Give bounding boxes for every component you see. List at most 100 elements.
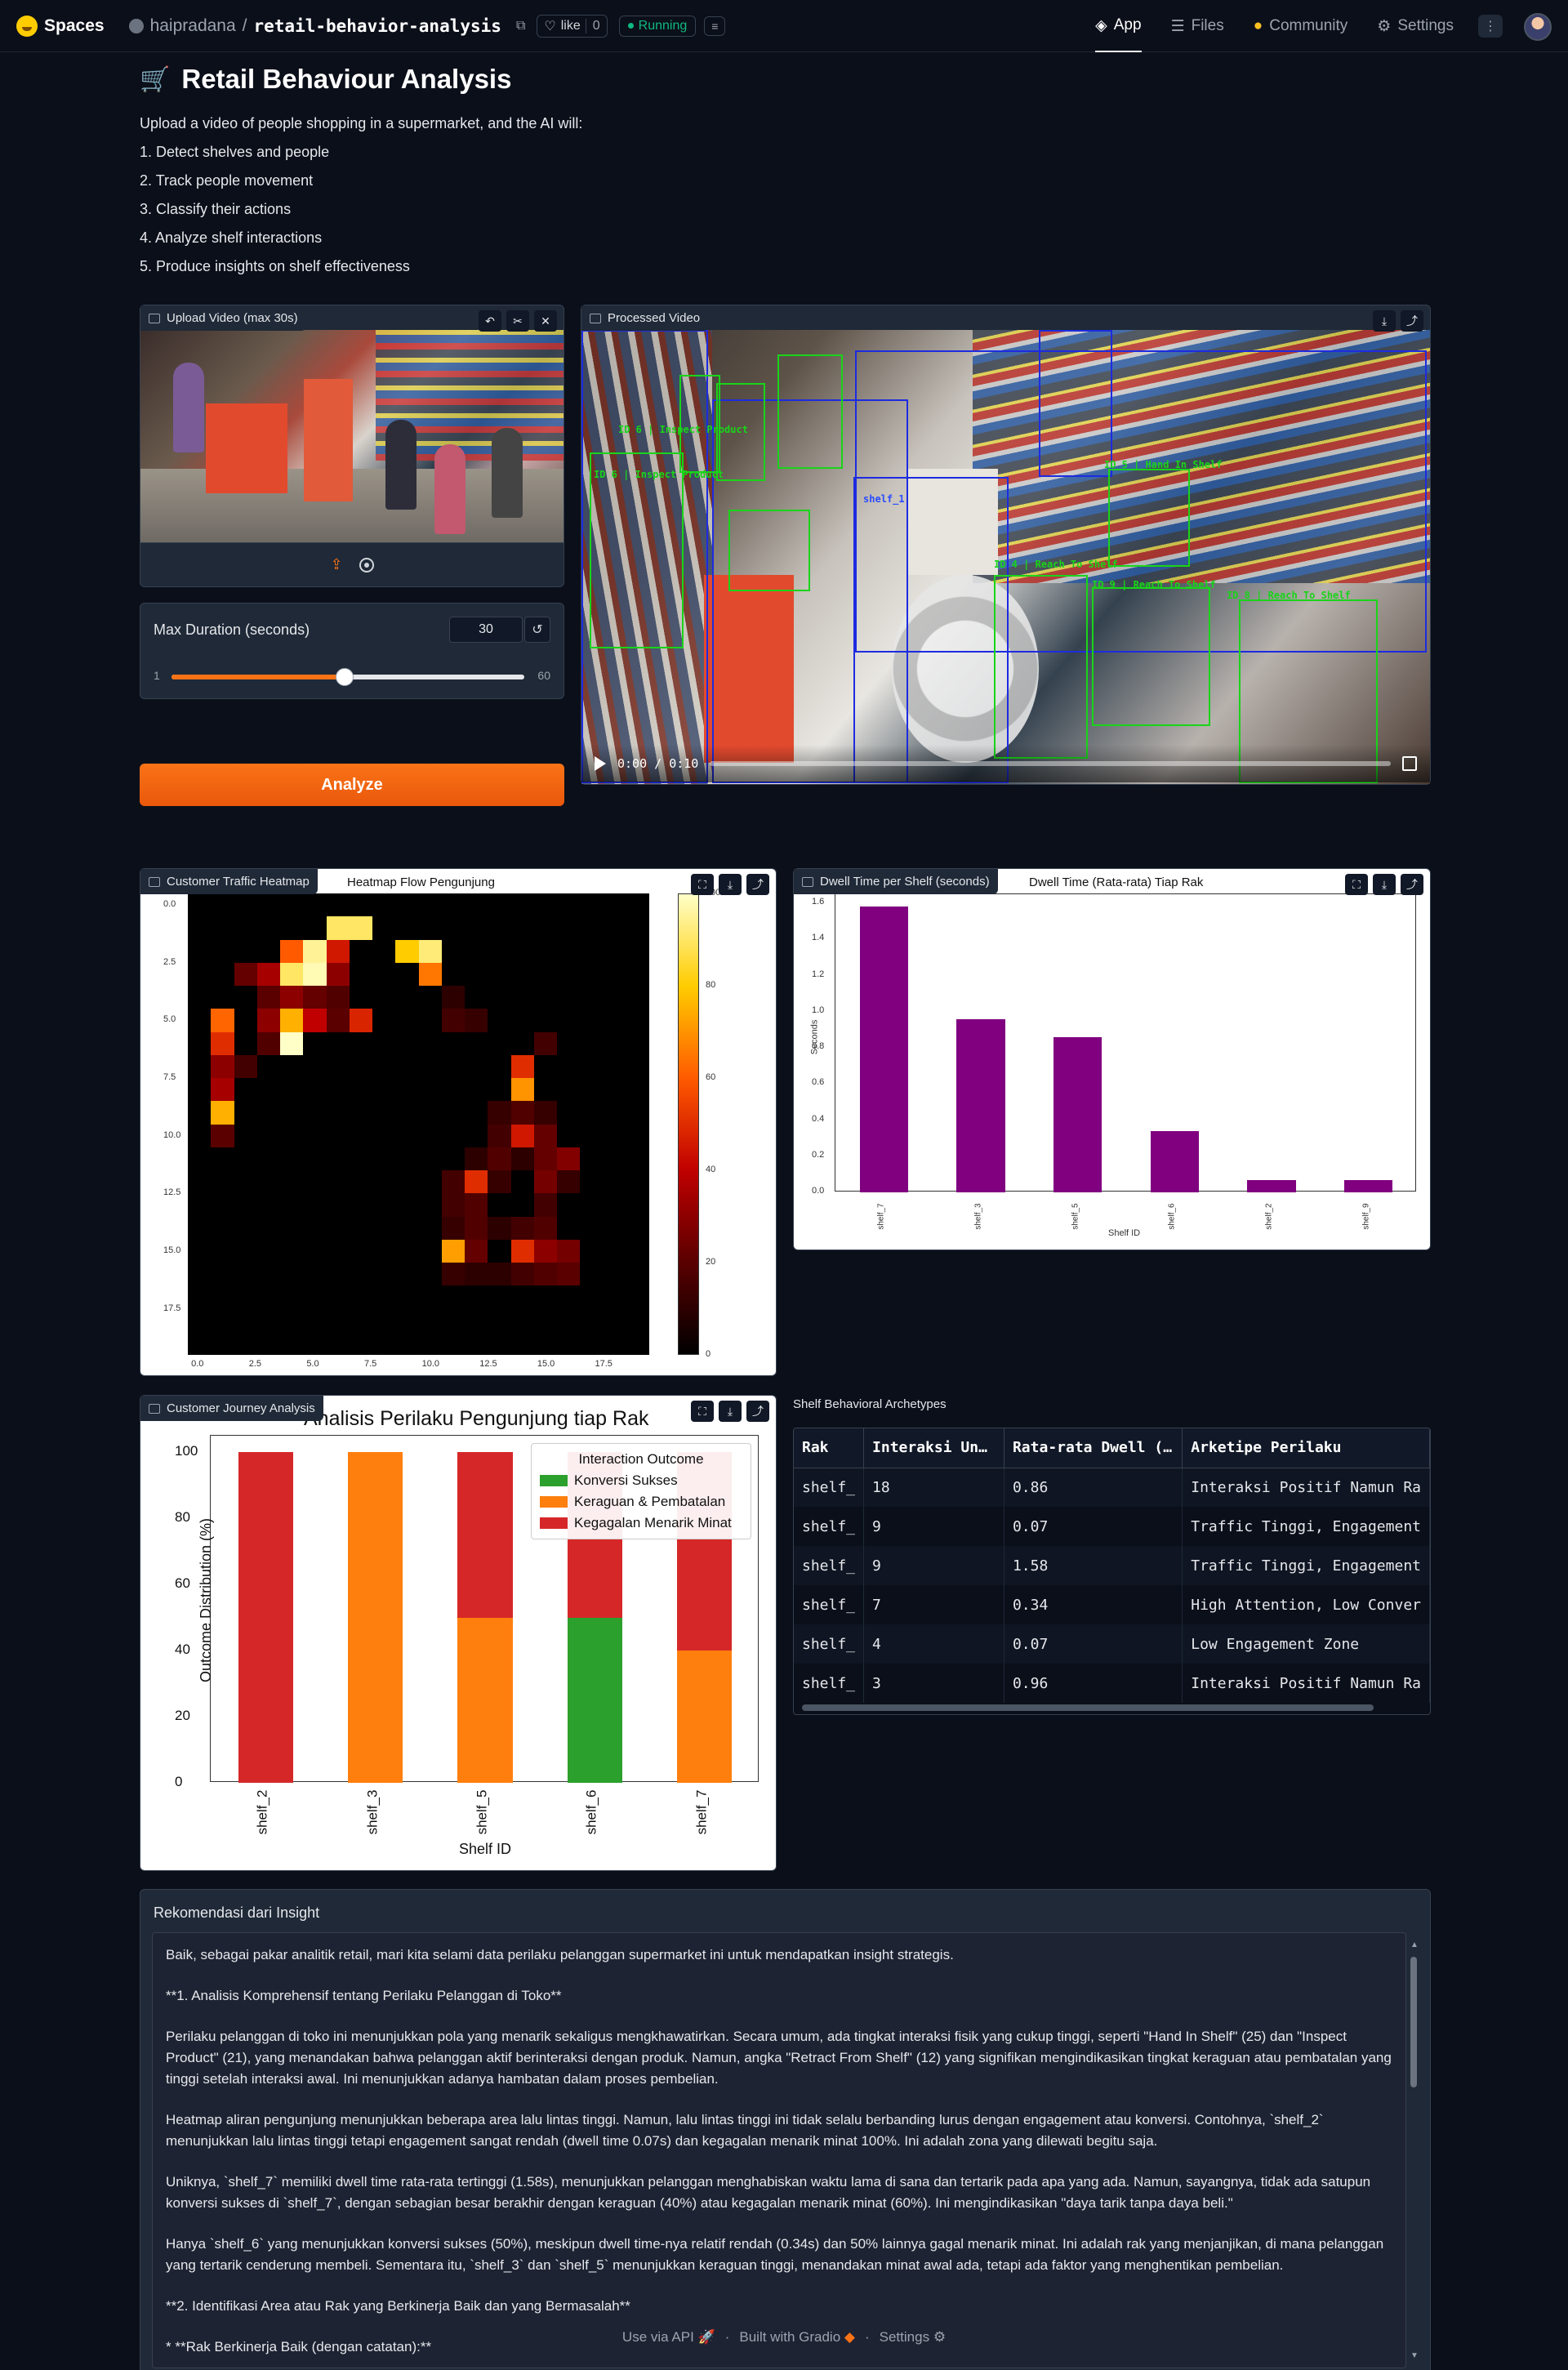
download-icon[interactable]: ⤓ (1373, 310, 1396, 332)
table-cell: shelf_ (794, 1585, 865, 1624)
download-icon[interactable]: ⤓ (719, 1401, 742, 1422)
heatmap-cell (557, 1170, 581, 1194)
table-cell: Traffic Tinggi, Engagement (1182, 1546, 1430, 1585)
table-row[interactable]: shelf_ 7 0.34 High Attention, Low Conver (794, 1585, 1430, 1624)
heatmap-cell (303, 986, 327, 1009)
heatmap-cell (533, 1170, 557, 1194)
fullscreen-icon[interactable] (1402, 756, 1417, 771)
undo-icon[interactable]: ↶ (479, 310, 501, 332)
table-horizontal-scrollbar[interactable] (802, 1704, 1374, 1711)
y-tick-label: 0.6 (812, 1077, 825, 1088)
table-row[interactable]: shelf_ 4 0.07 Low Engagement Zone (794, 1624, 1430, 1664)
built-with-gradio-link[interactable]: Built with Gradio ◆ (739, 2329, 855, 2345)
upload-icon[interactable]: ⇪ (330, 556, 342, 573)
dwell-title: Dwell Time (Rata-rata) Tiap Rak (1029, 875, 1204, 889)
insight-label: Rekomendasi dari Insight (154, 1904, 320, 1921)
journey-title: Analisis Perilaku Pengunjung tiap Rak (304, 1407, 649, 1430)
column-header[interactable]: Rak (794, 1428, 865, 1468)
nav-app[interactable]: ◈ App (1095, 0, 1142, 52)
slider-track[interactable] (172, 668, 524, 686)
close-icon[interactable]: ✕ (534, 310, 557, 332)
download-icon[interactable]: ⤓ (719, 874, 742, 895)
table-row[interactable]: shelf_ 3 0.96 Interaksi Positif Namun Ra (794, 1664, 1430, 1703)
heatmap-cell (256, 986, 280, 1009)
table-row[interactable]: shelf_ 18 0.86 Interaksi Positif Namun Ra (794, 1468, 1430, 1507)
copy-icon[interactable]: ⧉ (516, 19, 525, 33)
heatmap-cell (488, 1101, 511, 1125)
like-button[interactable]: ♡ like 0 (537, 14, 608, 38)
legend-item: Keraguan & Pembatalan (540, 1491, 742, 1512)
insight-textbox[interactable]: Baik, sebagai pakar analitik retail, mar… (152, 1932, 1406, 2368)
nav-settings[interactable]: ⚙ Settings (1377, 0, 1454, 52)
nav-community[interactable]: ● Community (1254, 0, 1348, 52)
use-via-api-link[interactable]: Use via API 🚀 (622, 2329, 715, 2345)
heatmap-cell (441, 1193, 465, 1217)
more-options-icon[interactable]: ⋮ (1478, 15, 1503, 38)
download-icon[interactable]: ⤓ (1373, 874, 1396, 895)
y-tick-label: 7.5 (163, 1072, 176, 1082)
fullscreen-icon[interactable]: ⛶ (691, 874, 714, 895)
y-tick-label: 17.5 (163, 1303, 181, 1313)
heatmap-cell (349, 1009, 372, 1032)
scroll-down-icon[interactable]: ▼ (1410, 2351, 1419, 2360)
table-row[interactable]: shelf_ 9 0.07 Traffic Tinggi, Engagement (794, 1507, 1430, 1546)
user-avatar[interactable] (1524, 13, 1552, 41)
logs-icon[interactable]: ≡ (704, 16, 726, 36)
heatmap-cell (510, 1054, 534, 1078)
fullscreen-icon[interactable]: ⛶ (1345, 874, 1368, 895)
heatmap-cell (488, 1263, 511, 1286)
insight-scrollbar[interactable]: ▲ ▼ (1409, 1940, 1419, 2360)
status-dot-icon (627, 23, 634, 29)
share-icon[interactable]: ⤴ (746, 874, 769, 895)
processed-video-player[interactable]: ID 6 | Inspect Product ID 6 | Inspect Pr… (581, 330, 1430, 784)
processed-video-label-text: Processed Video (608, 311, 701, 325)
analyze-button[interactable]: Analyze (140, 764, 564, 806)
processed-video-label: Processed Video (581, 305, 709, 331)
spaces-brand[interactable]: Spaces (16, 15, 105, 37)
heatmap-cell (488, 1170, 511, 1194)
status-badge[interactable]: Running (618, 15, 697, 37)
heatmap-cell (441, 1239, 465, 1263)
table-cell: 9 (863, 1507, 1004, 1546)
reset-icon[interactable]: ↺ (524, 617, 550, 643)
slider-number-input[interactable]: 30 (449, 617, 523, 643)
table-cell: shelf_ (794, 1546, 865, 1585)
table-cell: 0.86 (1004, 1468, 1183, 1507)
column-header[interactable]: Interaksi Un… (863, 1428, 1004, 1468)
y-tick-label: 0.0 (812, 1186, 825, 1196)
play-icon[interactable] (595, 756, 606, 771)
trim-icon[interactable]: ✂ (506, 310, 529, 332)
table-cell: shelf_ (794, 1624, 865, 1664)
fullscreen-icon[interactable]: ⛶ (691, 1401, 714, 1422)
video-progress-bar[interactable] (710, 761, 1391, 766)
x-tick-label: shelf_9 (1361, 1203, 1371, 1230)
scroll-up-icon[interactable]: ▲ (1410, 1940, 1419, 1949)
image-icon (802, 876, 813, 887)
nav-settings-label: Settings (1397, 17, 1454, 34)
journey-xlabel: Shelf ID (459, 1841, 512, 1857)
uploaded-video-thumbnail[interactable] (140, 330, 564, 542)
video-controls: 0:00 / 0:10 (581, 745, 1430, 782)
column-header[interactable]: Rata-rata Dwell (… (1004, 1428, 1183, 1468)
share-icon[interactable]: ⤴ (1401, 310, 1423, 332)
heatmap-cell (465, 1216, 488, 1240)
heatmap-cell (533, 1124, 557, 1147)
heatmap-cell (280, 1031, 304, 1055)
webcam-icon[interactable] (359, 557, 374, 572)
repo-owner[interactable]: haipradana (150, 16, 236, 36)
table-row[interactable]: shelf_ 9 1.58 Traffic Tinggi, Engagement (794, 1546, 1430, 1585)
slider-handle[interactable] (335, 668, 354, 686)
share-icon[interactable]: ⤴ (746, 1401, 769, 1422)
heatmap-cell (465, 1263, 488, 1286)
share-icon[interactable]: ⤴ (1401, 874, 1423, 895)
x-tick-label: 10.0 (421, 1359, 440, 1369)
person-bbox (777, 354, 843, 469)
table-cell: 0.34 (1004, 1585, 1183, 1624)
nav-files[interactable]: ☰ Files (1171, 0, 1224, 52)
footer-settings-link[interactable]: Settings ⚙ (880, 2329, 946, 2345)
repo-name[interactable]: retail-behavior-analysis (254, 16, 501, 36)
x-tick-label: 2.5 (248, 1359, 262, 1369)
column-header[interactable]: Arketipe Perilaku (1182, 1428, 1430, 1468)
heatmap-cell (488, 1124, 511, 1147)
owner-avatar (128, 18, 144, 33)
